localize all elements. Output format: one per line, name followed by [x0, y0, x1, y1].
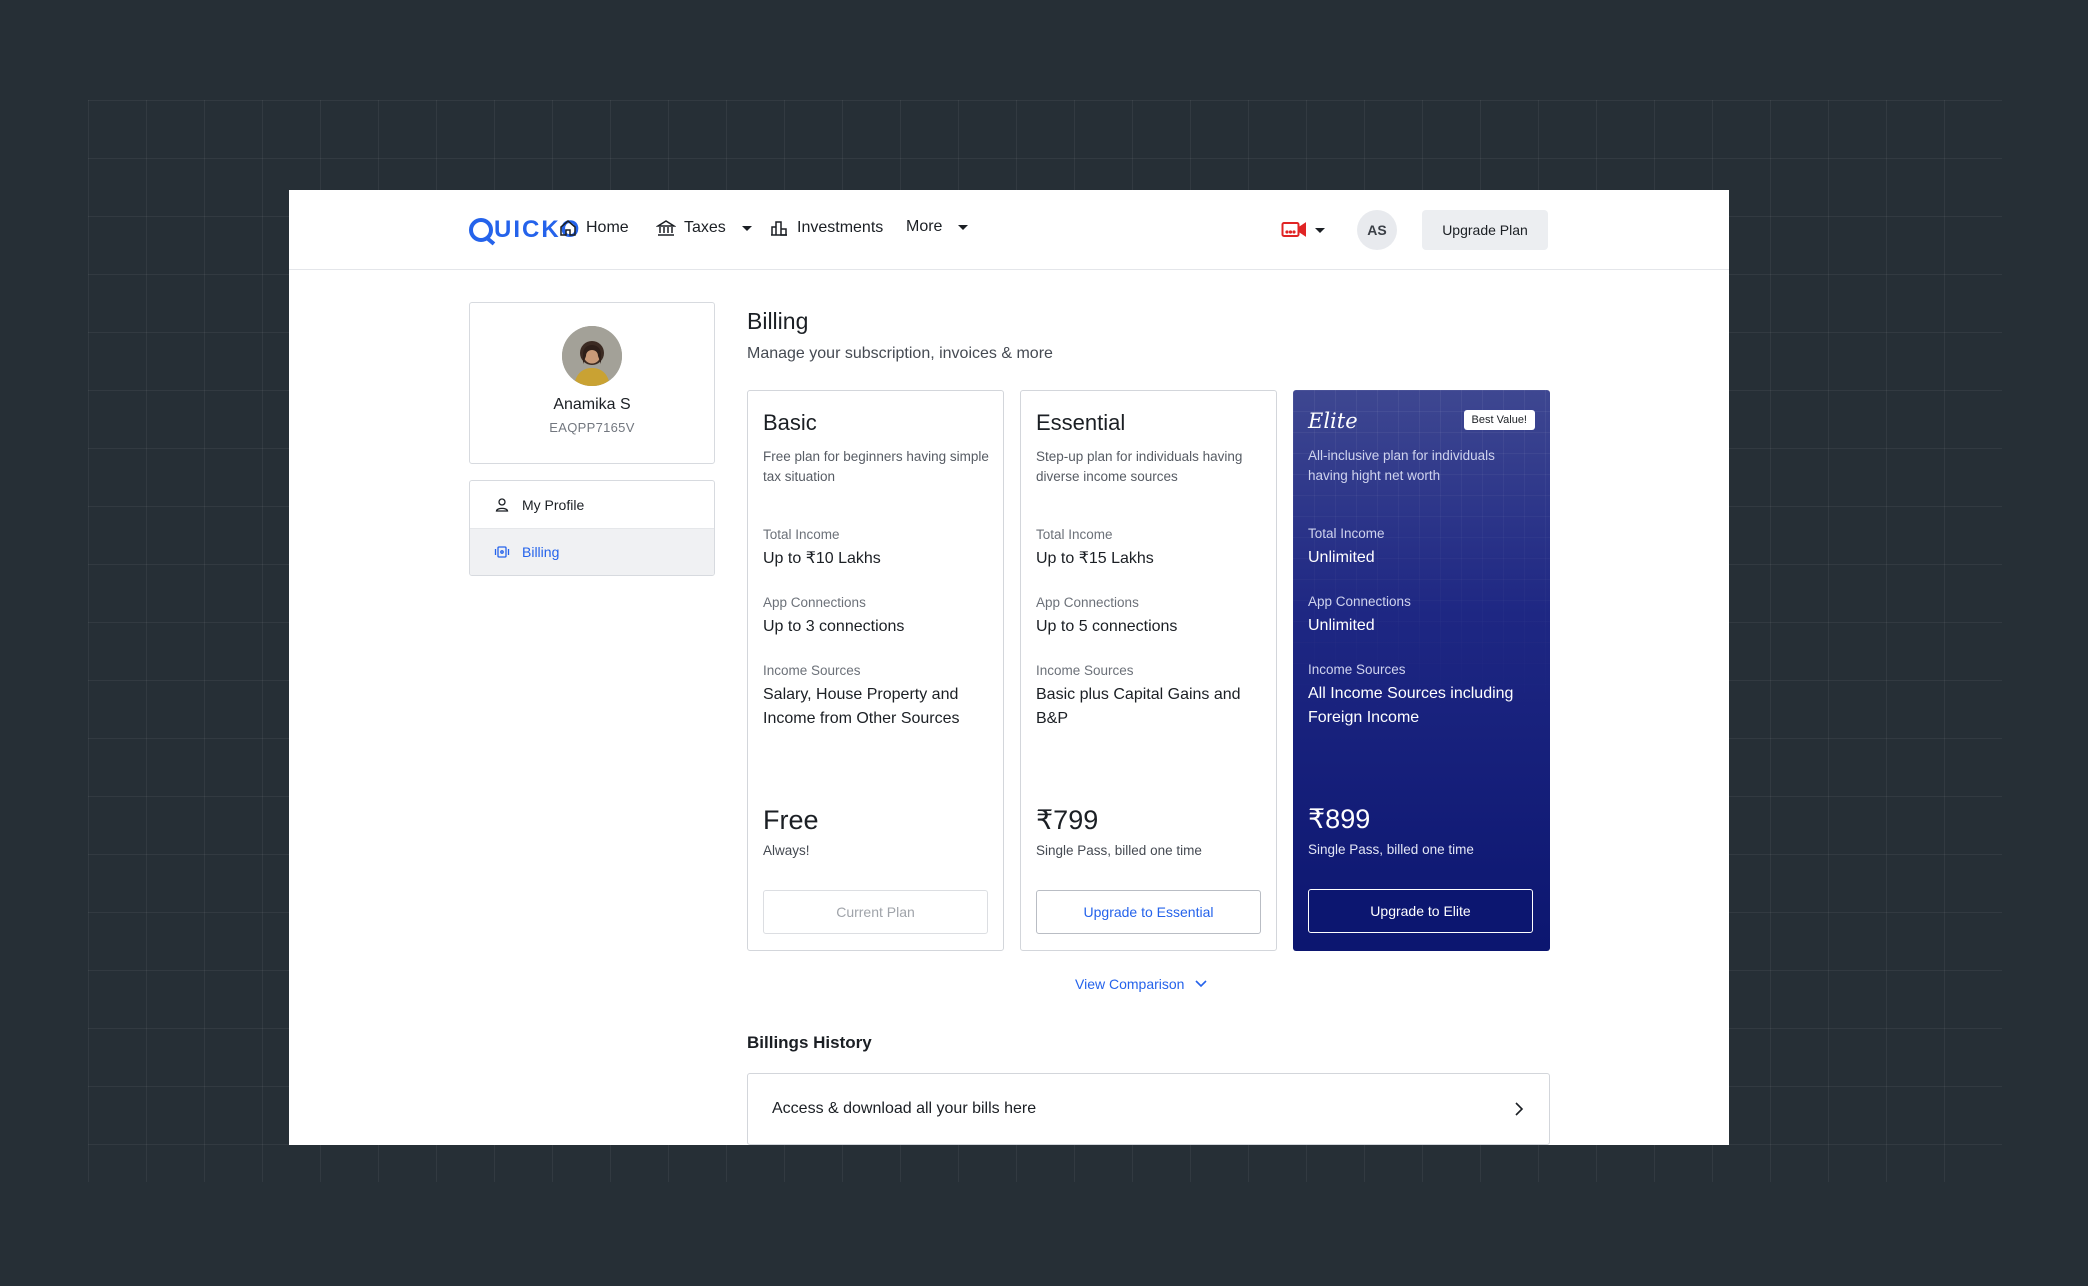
income-sources-value: All Income Sources including Foreign Inc…: [1308, 685, 1514, 726]
bar-chart-icon: [771, 221, 787, 236]
sidebar-menu: My Profile Billing: [469, 480, 715, 576]
plan-card-basic: Basic Free plan for beginners having sim…: [747, 390, 1004, 951]
app-connections-label: App Connections: [1036, 595, 1139, 610]
nav-more[interactable]: More: [906, 218, 969, 236]
plan-card-essential: Essential Step-up plan for individuals h…: [1020, 390, 1277, 951]
page-title: Billing: [747, 308, 809, 334]
upgrade-to-elite-button[interactable]: Upgrade to Elite: [1308, 889, 1533, 933]
plan-price-note: Single Pass, billed one time: [1036, 843, 1202, 858]
plan-description: Free plan for beginners having simple ta…: [763, 449, 989, 484]
app-connections-label: App Connections: [763, 595, 866, 610]
plan-price: ₹899: [1308, 804, 1371, 834]
total-income-value: Up to ₹15 Lakhs: [1036, 550, 1154, 567]
total-income-value: Unlimited: [1308, 549, 1375, 566]
nav-taxes-label: Taxes: [684, 219, 726, 236]
total-income-label: Total Income: [1036, 527, 1113, 542]
nav-investments-label: Investments: [797, 219, 884, 236]
bank-icon: [656, 220, 676, 236]
plan-name: Basic: [763, 410, 817, 435]
view-comparison-link[interactable]: View Comparison: [1075, 976, 1208, 992]
user-avatar[interactable]: AS: [1357, 210, 1397, 250]
income-sources-value: Salary, House Property and Income from O…: [763, 686, 960, 727]
plan-price-note: Always!: [763, 843, 810, 858]
plan-price-note: Single Pass, billed one time: [1308, 842, 1474, 857]
page-subtitle: Manage your subscription, invoices & mor…: [747, 345, 1053, 362]
current-plan-button[interactable]: Current Plan: [763, 890, 988, 934]
total-income-label: Total Income: [1308, 526, 1385, 541]
view-comparison-label: View Comparison: [1075, 976, 1185, 992]
nav-taxes[interactable]: Taxes: [656, 218, 752, 238]
plan-price: ₹799: [1036, 805, 1099, 835]
nav-home-label: Home: [586, 219, 629, 236]
nav-home[interactable]: Home: [558, 218, 629, 238]
best-value-badge: Best Value!: [1463, 410, 1535, 430]
logo-q-icon: [469, 218, 493, 242]
nav-investments[interactable]: Investments: [769, 218, 883, 238]
user-icon: [495, 497, 509, 512]
chevron-right-icon: [1515, 1102, 1524, 1116]
chevron-down-icon: [741, 225, 752, 231]
app-connections-value: Up to 3 connections: [763, 618, 905, 635]
app-window: UICKO Home Taxes Investments More AS Upg…: [289, 190, 1729, 1145]
home-icon: [560, 220, 576, 236]
total-income-label: Total Income: [763, 527, 840, 542]
profile-card: Anamika S EAQPP7165V: [469, 302, 715, 464]
billing-history-row[interactable]: Access & download all your bills here: [747, 1073, 1550, 1145]
sidebar-item-billing[interactable]: Billing: [470, 528, 714, 575]
sidebar-item-label: Billing: [522, 544, 560, 560]
chevron-down-icon: [958, 224, 969, 230]
nav-more-label: More: [906, 218, 943, 235]
sidebar-item-my-profile[interactable]: My Profile: [470, 481, 714, 528]
profile-pan-id: EAQPP7165V: [549, 420, 635, 435]
video-call-button[interactable]: [1281, 220, 1325, 240]
plan-name: Elite: [1308, 409, 1358, 433]
chevron-down-icon: [1315, 227, 1325, 233]
income-sources-label: Income Sources: [763, 663, 861, 678]
billing-icon: [494, 546, 510, 558]
sidebar-item-label: My Profile: [522, 496, 585, 513]
video-camera-icon: [1281, 222, 1306, 237]
app-connections-value: Up to 5 connections: [1036, 618, 1178, 635]
plan-price: Free: [763, 805, 819, 835]
income-sources-value: Basic plus Capital Gains and B&P: [1036, 686, 1241, 727]
plan-name: Essential: [1036, 410, 1126, 435]
billing-history-title: Billings History: [747, 1033, 872, 1052]
top-navigation-bar: UICKO Home Taxes Investments More AS Upg…: [289, 190, 1729, 270]
profile-name: Anamika S: [553, 396, 631, 413]
app-connections-value: Unlimited: [1308, 617, 1375, 634]
income-sources-label: Income Sources: [1308, 662, 1406, 677]
profile-photo: [562, 326, 622, 386]
app-connections-label: App Connections: [1308, 594, 1411, 609]
total-income-value: Up to ₹10 Lakhs: [763, 550, 881, 567]
billing-history-row-label: Access & download all your bills here: [772, 1100, 1037, 1117]
upgrade-to-essential-button[interactable]: Upgrade to Essential: [1036, 890, 1261, 934]
plan-card-elite: Elite Best Value! All-inclusive plan for…: [1293, 390, 1550, 951]
upgrade-plan-button[interactable]: Upgrade Plan: [1422, 210, 1548, 250]
chevron-down-icon: [1195, 980, 1208, 988]
plan-description: Step-up plan for individuals having dive…: [1036, 449, 1243, 484]
income-sources-label: Income Sources: [1036, 663, 1134, 678]
plan-description: All-inclusive plan for individuals havin…: [1308, 448, 1495, 483]
